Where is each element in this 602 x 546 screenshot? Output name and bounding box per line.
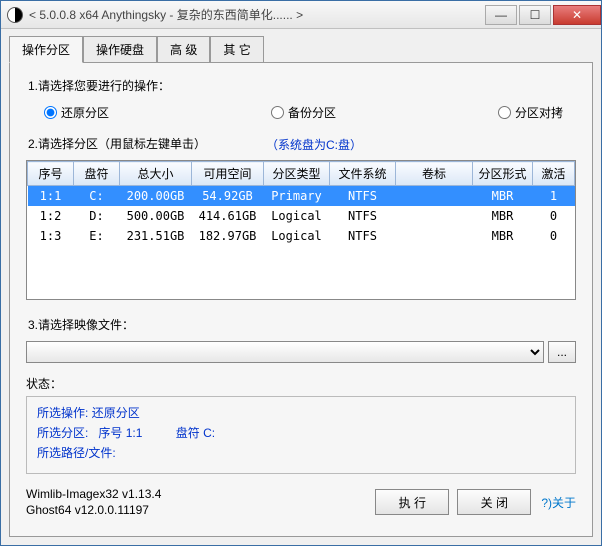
cell-fs: NTFS	[330, 186, 396, 207]
cell-no: 1:1	[28, 186, 74, 207]
maximize-button[interactable]: ☐	[519, 5, 551, 25]
th-free[interactable]: 可用空间	[192, 162, 264, 186]
table-header-row: 序号 盘符 总大小 可用空间 分区类型 文件系统 卷标 分区形式 激活	[28, 162, 575, 186]
tab-disk[interactable]: 操作硬盘	[83, 36, 157, 63]
partition-table: 序号 盘符 总大小 可用空间 分区类型 文件系统 卷标 分区形式 激活 1:1C…	[26, 160, 576, 300]
th-ptype[interactable]: 分区类型	[264, 162, 330, 186]
cell-total: 500.00GB	[120, 206, 192, 226]
cell-free: 54.92GB	[192, 186, 264, 207]
cell-act: 1	[533, 186, 575, 207]
app-icon	[7, 7, 23, 23]
cell-ptype: Logical	[264, 206, 330, 226]
radio-restore-label: 还原分区	[61, 104, 109, 121]
image-file-select[interactable]	[26, 341, 544, 363]
window-title: < 5.0.0.8 x64 Anythingsky - 复杂的东西简单化....…	[29, 6, 483, 23]
tab-bar: 操作分区 操作硬盘 高 级 其 它	[9, 36, 593, 63]
app-window: < 5.0.0.8 x64 Anythingsky - 复杂的东西简单化....…	[0, 0, 602, 546]
th-no[interactable]: 序号	[28, 162, 74, 186]
cell-total: 231.51GB	[120, 226, 192, 246]
status-drv-value: C:	[203, 426, 215, 440]
tab-partition[interactable]: 操作分区	[9, 36, 83, 63]
radio-copy[interactable]: 分区对拷	[498, 104, 563, 121]
section1-label: 1.请选择您要进行的操作：	[28, 77, 582, 94]
status-op-value: 还原分区	[92, 406, 140, 420]
th-fs[interactable]: 文件系统	[330, 162, 396, 186]
cell-vol	[396, 226, 473, 246]
status-partno-label: 序号	[98, 426, 122, 440]
cell-free: 414.61GB	[192, 206, 264, 226]
cell-act: 0	[533, 206, 575, 226]
radio-copy-label: 分区对拷	[515, 104, 563, 121]
cell-total: 200.00GB	[120, 186, 192, 207]
status-frame: 所选操作: 还原分区 所选分区: 序号 1:1 盘符 C: 所选路径/文件:	[26, 396, 576, 474]
cell-act: 0	[533, 226, 575, 246]
status-drv-label: 盘符	[176, 426, 200, 440]
status-label: 状态：	[26, 375, 576, 392]
cell-ptype: Primary	[264, 186, 330, 207]
status-path-label: 所选路径/文件:	[37, 443, 116, 463]
tab-other[interactable]: 其 它	[210, 36, 263, 63]
table-row[interactable]: 1:2D:500.00GB414.61GBLogicalNTFS MBR0	[28, 206, 575, 226]
footer: Wimlib-Imagex32 v1.13.4 Ghost64 v12.0.0.…	[20, 480, 582, 518]
th-act[interactable]: 激活	[533, 162, 575, 186]
cell-no: 1:3	[28, 226, 74, 246]
minimize-button[interactable]: —	[485, 5, 517, 25]
th-total[interactable]: 总大小	[120, 162, 192, 186]
cell-fs: NTFS	[330, 226, 396, 246]
th-drive[interactable]: 盘符	[74, 162, 120, 186]
version-info: Wimlib-Imagex32 v1.13.4 Ghost64 v12.0.0.…	[26, 486, 367, 518]
status-part-label: 所选分区:	[37, 423, 88, 443]
cell-scheme: MBR	[473, 226, 533, 246]
radio-backup-label: 备份分区	[288, 104, 336, 121]
titlebar: < 5.0.0.8 x64 Anythingsky - 复杂的东西简单化....…	[1, 1, 601, 29]
cell-vol	[396, 206, 473, 226]
cell-scheme: MBR	[473, 206, 533, 226]
cell-free: 182.97GB	[192, 226, 264, 246]
status-partno-value: 1:1	[126, 426, 143, 440]
close-app-button[interactable]: 关 闭	[457, 489, 531, 515]
cell-fs: NTFS	[330, 206, 396, 226]
status-op-label: 所选操作:	[37, 403, 88, 423]
cell-vol	[396, 186, 473, 207]
table-row[interactable]: 1:1C:200.00GB54.92GBPrimaryNTFS MBR1	[28, 186, 575, 207]
th-scheme[interactable]: 分区形式	[473, 162, 533, 186]
radio-backup-input[interactable]	[271, 106, 284, 119]
close-button[interactable]: ✕	[553, 5, 601, 25]
version-ghost: Ghost64 v12.0.0.11197	[26, 502, 367, 518]
th-vol[interactable]: 卷标	[396, 162, 473, 186]
execute-button[interactable]: 执 行	[375, 489, 449, 515]
section3-label: 3.请选择映像文件：	[28, 316, 582, 333]
cell-drv: E:	[74, 226, 120, 246]
radio-restore[interactable]: 还原分区	[44, 104, 109, 121]
panel: 1.请选择您要进行的操作： 还原分区 备份分区 分区对拷 2.请选择分区（用鼠标…	[9, 62, 593, 537]
radio-restore-input[interactable]	[44, 106, 57, 119]
radio-backup[interactable]: 备份分区	[271, 104, 336, 121]
cell-drv: C:	[74, 186, 120, 207]
cell-scheme: MBR	[473, 186, 533, 207]
version-wimlib: Wimlib-Imagex32 v1.13.4	[26, 486, 367, 502]
cell-ptype: Logical	[264, 226, 330, 246]
cell-drv: D:	[74, 206, 120, 226]
tab-advanced[interactable]: 高 级	[157, 36, 210, 63]
about-link[interactable]: ?)关于	[541, 494, 576, 511]
browse-button[interactable]: ...	[548, 341, 576, 363]
radio-copy-input[interactable]	[498, 106, 511, 119]
section2-label: 2.请选择分区（用鼠标左键单击）	[28, 135, 206, 152]
table-row[interactable]: 1:3E:231.51GB182.97GBLogicalNTFS MBR0	[28, 226, 575, 246]
operation-radios: 还原分区 备份分区 分区对拷	[20, 100, 582, 131]
cell-no: 1:2	[28, 206, 74, 226]
sysdisk-hint: （系统盘为C:盘）	[266, 136, 362, 153]
